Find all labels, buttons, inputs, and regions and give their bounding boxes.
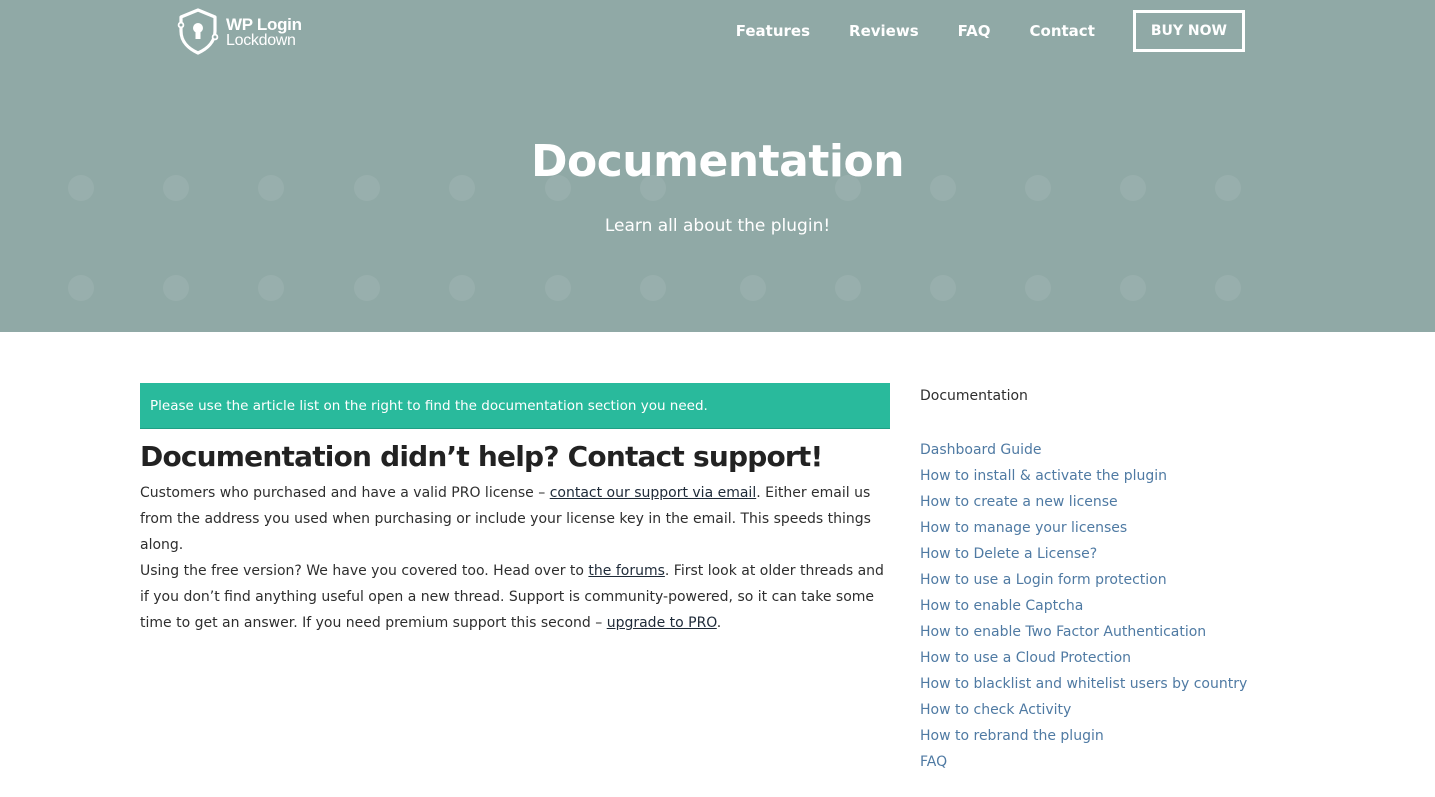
list-item: How to install & activate the plugin	[920, 462, 1260, 488]
main-nav: Features Reviews FAQ Contact BUY NOW	[697, 10, 1245, 52]
info-notice-text: Please use the article list on the right…	[150, 397, 708, 414]
sidebar-link-enable-captcha[interactable]: How to enable Captcha	[920, 598, 1083, 614]
sidebar-link-check-activity[interactable]: How to check Activity	[920, 702, 1071, 718]
documentation-sidebar: Documentation Dashboard Guide How to ins…	[920, 384, 1260, 774]
list-item: How to blacklist and whitelist users by …	[920, 670, 1260, 696]
list-item: How to rebrand the plugin	[920, 722, 1260, 748]
list-item: How to create a new license	[920, 488, 1260, 514]
support-paragraph-free: Using the free version? We have you cove…	[140, 558, 892, 636]
support-heading: Documentation didn’t help? Contact suppo…	[140, 440, 823, 473]
text-segment: Customers who purchased and have a valid…	[140, 485, 550, 501]
hero-banner: WP Login Lockdown Features Reviews FAQ C…	[0, 0, 1435, 332]
sidebar-link-cloud-protection[interactable]: How to use a Cloud Protection	[920, 650, 1131, 666]
nav-reviews-link[interactable]: Reviews	[849, 22, 919, 40]
text-segment: Using the free version? We have you cove…	[140, 563, 589, 579]
list-item: How to enable Captcha	[920, 592, 1260, 618]
logo-wordmark: WP Login Lockdown	[226, 15, 302, 49]
info-notice: Please use the article list on the right…	[140, 383, 890, 429]
nav-features-link[interactable]: Features	[736, 22, 810, 40]
list-item: FAQ	[920, 748, 1260, 774]
sidebar-link-country-blacklist[interactable]: How to blacklist and whitelist users by …	[920, 676, 1247, 692]
buy-now-button[interactable]: BUY NOW	[1132, 10, 1245, 52]
list-item: How to Delete a License?	[920, 540, 1260, 566]
sidebar-title: Documentation	[920, 388, 1028, 404]
sidebar-link-two-factor[interactable]: How to enable Two Factor Authentication	[920, 624, 1206, 640]
forums-link[interactable]: the forums	[588, 563, 664, 579]
list-item: How to check Activity	[920, 696, 1260, 722]
upgrade-to-pro-link[interactable]: upgrade to PRO	[607, 615, 717, 631]
nav-contact-link[interactable]: Contact	[1030, 22, 1095, 40]
text-segment: .	[716, 615, 722, 631]
shield-keyhole-icon	[177, 7, 219, 59]
list-item: How to use a Cloud Protection	[920, 644, 1260, 670]
sidebar-article-list: Dashboard Guide How to install & activat…	[920, 436, 1260, 774]
list-item: How to enable Two Factor Authentication	[920, 618, 1260, 644]
sidebar-link-install-activate[interactable]: How to install & activate the plugin	[920, 468, 1167, 484]
list-item: Dashboard Guide	[920, 436, 1260, 462]
support-paragraph-pro: Customers who purchased and have a valid…	[140, 480, 892, 558]
sidebar-link-dashboard-guide[interactable]: Dashboard Guide	[920, 442, 1042, 458]
list-item: How to use a Login form protection	[920, 566, 1260, 592]
logo-line-1: WP Login	[226, 15, 302, 34]
page-subtitle: Learn all about the plugin!	[604, 216, 831, 236]
sidebar-link-manage-licenses[interactable]: How to manage your licenses	[920, 520, 1127, 536]
support-text: Customers who purchased and have a valid…	[140, 480, 892, 636]
contact-support-email-link[interactable]: contact our support via email	[550, 485, 757, 501]
sidebar-link-faq[interactable]: FAQ	[920, 754, 947, 770]
page-title: Documentation	[530, 136, 905, 187]
list-item: How to manage your licenses	[920, 514, 1260, 540]
sidebar-link-create-license[interactable]: How to create a new license	[920, 494, 1118, 510]
sidebar-link-rebrand-plugin[interactable]: How to rebrand the plugin	[920, 728, 1104, 744]
sidebar-link-login-form-protection[interactable]: How to use a Login form protection	[920, 572, 1167, 588]
nav-faq-link[interactable]: FAQ	[958, 22, 991, 40]
sidebar-link-delete-license[interactable]: How to Delete a License?	[920, 546, 1097, 562]
site-logo[interactable]: WP Login Lockdown	[177, 7, 302, 59]
logo-line-2: Lockdown	[226, 32, 296, 49]
